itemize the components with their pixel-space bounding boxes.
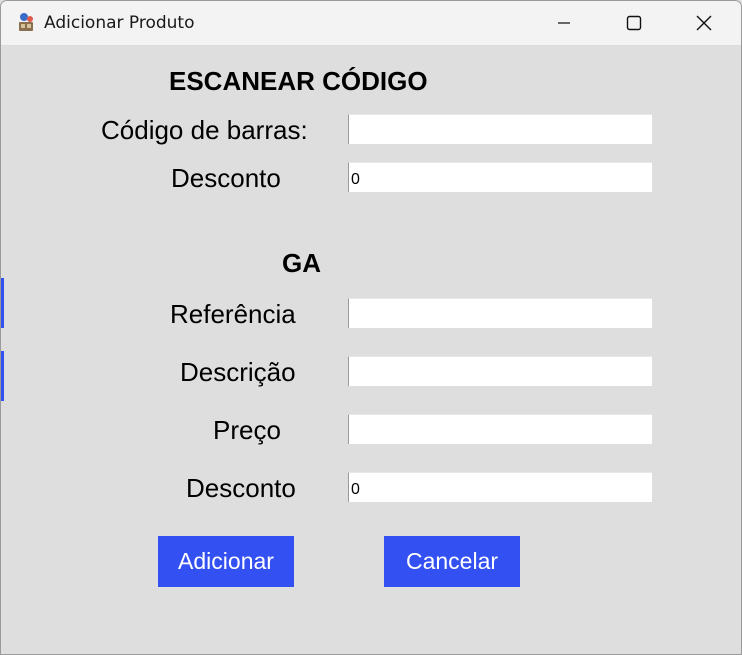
maximize-button[interactable] [599, 1, 669, 45]
add-product-window: Adicionar Produto ESCANEAR CÓDIGO Código… [0, 0, 742, 655]
price-input[interactable] [348, 414, 652, 444]
background-window-edge [1, 351, 4, 401]
minimize-button[interactable] [529, 1, 599, 45]
barcode-label: Código de barras: [101, 115, 308, 145]
minimize-icon [558, 22, 570, 24]
reference-label: Referência [170, 299, 296, 329]
cancel-button[interactable]: Cancelar [384, 536, 520, 587]
ga-heading: GA [282, 248, 321, 278]
add-button[interactable]: Adicionar [158, 536, 294, 587]
scan-discount-input[interactable] [348, 162, 652, 192]
close-button[interactable] [669, 1, 739, 45]
background-window-edge [1, 278, 4, 328]
maximize-icon [626, 15, 642, 31]
scan-discount-label: Desconto [171, 163, 281, 193]
barcode-input[interactable] [348, 114, 652, 144]
reference-input[interactable] [348, 298, 652, 328]
ga-discount-input[interactable] [348, 472, 652, 502]
price-label: Preço [213, 415, 281, 445]
scan-heading: ESCANEAR CÓDIGO [169, 66, 428, 96]
window-title: Adicionar Produto [44, 13, 195, 33]
close-icon [696, 15, 712, 31]
title-bar[interactable]: Adicionar Produto [1, 1, 741, 46]
description-label: Descrição [180, 357, 296, 387]
app-logo-icon [19, 13, 33, 31]
description-input[interactable] [348, 356, 652, 386]
ga-discount-label: Desconto [186, 473, 296, 503]
